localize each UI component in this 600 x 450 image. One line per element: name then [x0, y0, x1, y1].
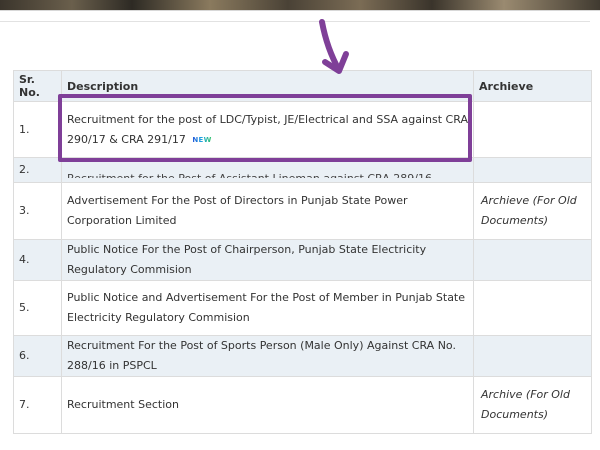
archive-link-text: Archieve (For Old Documents) — [481, 194, 577, 227]
row-description: Recruitment for the post of LDC/Typist, … — [61, 101, 474, 158]
row-sr-no: 5. — [13, 280, 62, 336]
recruitment-link[interactable]: Recruitment For the Post of Sports Perso… — [67, 339, 456, 372]
header-description: Description — [61, 70, 474, 102]
row-archive: Archive (For Old Documents) — [473, 376, 592, 434]
row-description: Recruitment for the Post of Assistant Li… — [61, 157, 474, 183]
row-description-text: Recruitment for the post of LDC/Typist, … — [67, 112, 468, 146]
row-archive — [473, 335, 592, 377]
archive-link[interactable]: Archieve (For Old Documents) — [479, 194, 586, 227]
table-header-row: Sr. No. Description Archieve — [13, 70, 592, 102]
row-archive — [473, 157, 592, 183]
recruitment-link[interactable]: Recruitment for the post of LDC/Typist, … — [67, 113, 468, 146]
header-sr-no: Sr. No. — [13, 70, 62, 102]
header-archive: Archieve — [473, 70, 592, 102]
table-row: 1. Recruitment for the post of LDC/Typis… — [13, 101, 592, 158]
row-archive — [473, 101, 592, 158]
header-photo-strip — [0, 0, 600, 10]
row-description: Advertisement For the Post of Directors … — [61, 182, 474, 240]
row-description: Recruitment Section — [61, 376, 474, 434]
down-arrow-icon — [319, 19, 349, 74]
row-archive — [473, 239, 592, 281]
recruitment-link[interactable]: Advertisement For the Post of Directors … — [67, 194, 408, 227]
row-sr-no: 6. — [13, 335, 62, 377]
new-badge: NEW — [192, 135, 212, 144]
recruitment-link[interactable]: Recruitment Section — [67, 398, 179, 411]
row-archive — [473, 280, 592, 336]
row-description: Public Notice For the Post of Chairperso… — [61, 239, 474, 281]
header-photo-edge — [0, 10, 600, 11]
table-row: 3. Advertisement For the Post of Directo… — [13, 182, 592, 240]
archive-link-text: Archive (For Old Documents) — [481, 388, 570, 421]
recruitment-link[interactable]: Recruitment for the Post of Assistant Li… — [67, 165, 468, 178]
row-sr-no: 3. — [13, 182, 62, 240]
row-sr-no: 1. — [13, 101, 62, 158]
archive-link[interactable]: Archive (For Old Documents) — [479, 388, 586, 421]
table-row: 6. Recruitment For the Post of Sports Pe… — [13, 335, 592, 377]
table-row: 5. Public Notice and Advertisement For t… — [13, 280, 592, 336]
table-row: 7. Recruitment Section Archive (For Old … — [13, 376, 592, 434]
row-sr-no: 4. — [13, 239, 62, 281]
row-description: Recruitment For the Post of Sports Perso… — [61, 335, 474, 377]
recruitment-link[interactable]: Public Notice and Advertisement For the … — [67, 291, 465, 324]
recruitment-link[interactable]: Public Notice For the Post of Chairperso… — [67, 243, 426, 276]
row-sr-no: 2. — [13, 157, 62, 183]
recruitment-table: Sr. No. Description Archieve 1. Recruitm… — [13, 70, 592, 434]
row-description-text: Recruitment for the Post of Assistant Li… — [67, 165, 468, 178]
row-description: Public Notice and Advertisement For the … — [61, 280, 474, 336]
row-archive: Archieve (For Old Documents) — [473, 182, 592, 240]
table-row: 2. Recruitment for the Post of Assistant… — [13, 157, 592, 183]
section-divider — [0, 21, 590, 22]
table-row: 4. Public Notice For the Post of Chairpe… — [13, 239, 592, 281]
row-sr-no: 7. — [13, 376, 62, 434]
